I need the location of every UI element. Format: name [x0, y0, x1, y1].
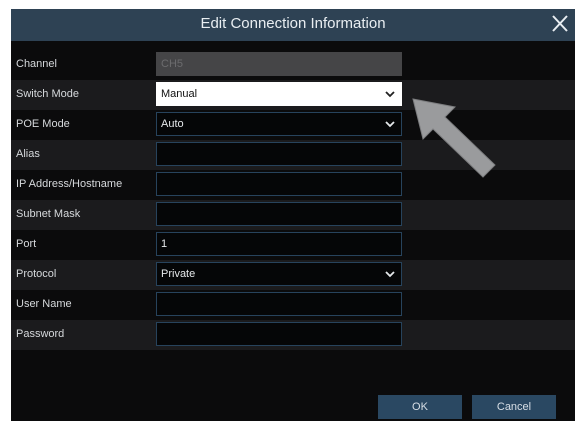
close-icon[interactable] [547, 11, 573, 37]
poe-mode-value: Auto [161, 118, 184, 130]
password-label: Password [16, 328, 65, 340]
title-bar: Edit Connection Information [11, 9, 575, 41]
protocol-select[interactable]: Private [156, 262, 402, 286]
user-name-label: User Name [16, 298, 72, 310]
alias-label: Alias [16, 148, 40, 160]
protocol-value: Private [161, 268, 196, 280]
pointer-arrow-icon [412, 98, 496, 178]
alias-input[interactable] [156, 142, 402, 166]
poe-mode-select[interactable]: Auto [156, 112, 402, 136]
edit-connection-dialog: Edit Connection Information Channel CH5 … [11, 9, 575, 421]
row-channel: Channel CH5 [11, 50, 575, 80]
port-input[interactable]: 1 [156, 232, 402, 256]
cancel-button[interactable]: Cancel [472, 395, 556, 419]
row-user-name: User Name [11, 290, 575, 320]
switch-mode-label: Switch Mode [16, 88, 79, 100]
password-input[interactable] [156, 322, 402, 346]
row-password: Password [11, 320, 575, 350]
chevron-down-icon [385, 271, 395, 278]
row-subnet-mask: Subnet Mask [11, 200, 575, 230]
poe-mode-label: POE Mode [16, 118, 70, 130]
switch-mode-value: Manual [161, 88, 198, 100]
row-protocol: Protocol Private [11, 260, 575, 290]
ok-button[interactable]: OK [378, 395, 462, 419]
subnet-mask-input[interactable] [156, 202, 402, 226]
port-label: Port [16, 238, 37, 250]
channel-field: CH5 [156, 52, 402, 76]
switch-mode-select[interactable]: Manual [156, 82, 402, 106]
user-name-input[interactable] [156, 292, 402, 316]
chevron-down-icon [385, 121, 395, 128]
protocol-label: Protocol [16, 268, 57, 280]
dialog-title: Edit Connection Information [200, 15, 386, 32]
chevron-down-icon [385, 91, 395, 98]
channel-label: Channel [16, 58, 57, 70]
ip-address-input[interactable] [156, 172, 402, 196]
subnet-mask-label: Subnet Mask [16, 208, 81, 220]
row-port: Port 1 [11, 230, 575, 260]
ip-address-label: IP Address/Hostname [16, 178, 123, 190]
